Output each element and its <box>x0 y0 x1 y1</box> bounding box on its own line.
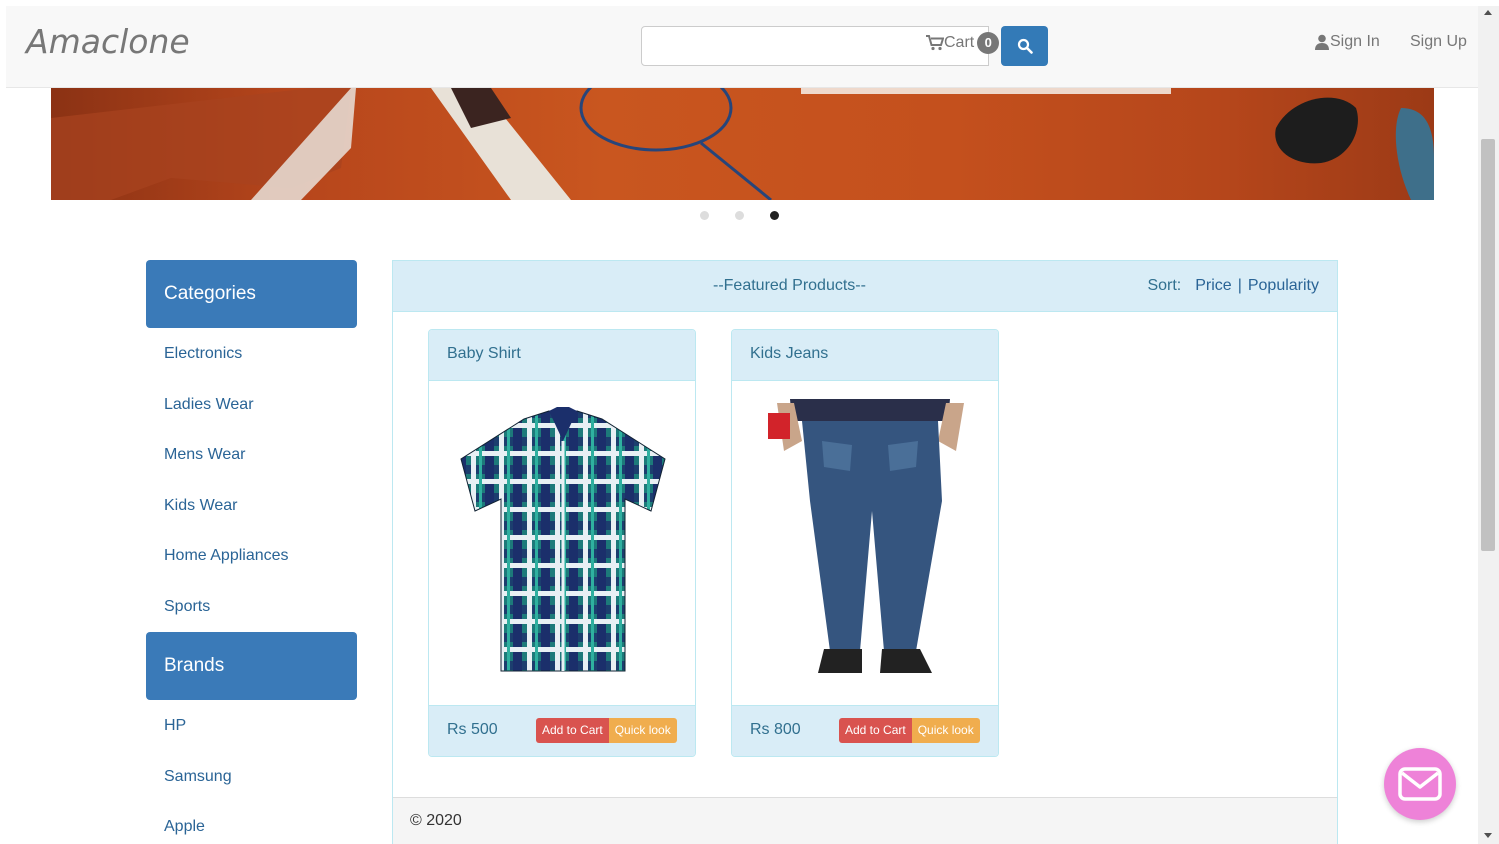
product-card-baby-shirt: Baby Shirt Rs 500 Add to Cart Quick look <box>428 329 696 757</box>
sidebar-item-electronics[interactable]: Electronics <box>164 345 242 363</box>
sidebar-item-hp[interactable]: HP <box>164 717 186 735</box>
panel-header: --Featured Products-- Sort: Price | Popu… <box>393 261 1337 312</box>
mail-icon <box>1398 767 1442 801</box>
featured-products-panel: --Featured Products-- Sort: Price | Popu… <box>392 260 1338 844</box>
add-to-cart-button[interactable]: Add to Cart <box>839 718 912 743</box>
sort-label: Sort: <box>1147 277 1182 294</box>
scroll-down-arrow-icon[interactable] <box>1484 833 1492 838</box>
scroll-thumb[interactable] <box>1481 139 1495 551</box>
page-scrollbar[interactable] <box>1478 6 1499 844</box>
product-title: Kids Jeans <box>732 330 998 381</box>
signin-link[interactable]: Sign In <box>1314 33 1380 51</box>
sidebar-item-home-appliances[interactable]: Home Appliances <box>164 547 289 565</box>
categories-header: Categories <box>146 260 357 328</box>
scroll-up-arrow-icon[interactable] <box>1484 10 1492 15</box>
quick-look-button[interactable]: Quick look <box>608 718 677 743</box>
user-icon <box>1315 34 1329 50</box>
search-icon <box>1017 38 1033 54</box>
signup-link[interactable]: Sign Up <box>1410 33 1467 51</box>
product-price: Rs 800 <box>750 721 801 738</box>
quick-look-button[interactable]: Quick look <box>911 718 980 743</box>
cart-label: Cart <box>944 34 975 51</box>
brands-header: Brands <box>146 632 357 700</box>
chat-widget-button[interactable] <box>1384 748 1456 820</box>
jeans-image <box>768 399 964 673</box>
sort-controls: Sort: Price | Popularity <box>1147 277 1319 295</box>
sort-price-link[interactable]: Price <box>1195 277 1231 295</box>
cart-link[interactable]: Cart 0 <box>926 32 1000 54</box>
product-price: Rs 500 <box>447 721 498 738</box>
shirt-image <box>460 407 666 672</box>
cart-count-badge: 0 <box>977 32 1000 54</box>
sidebar-item-samsung[interactable]: Samsung <box>164 768 232 786</box>
carousel-dot-1[interactable] <box>700 211 709 220</box>
cart-icon <box>926 35 944 51</box>
copyright-text: © 2020 <box>410 812 462 829</box>
carousel-banner[interactable] <box>51 88 1434 200</box>
product-card-kids-jeans: Kids Jeans Rs 800 Add to Cart Quick look <box>731 329 999 757</box>
product-image[interactable] <box>429 381 695 706</box>
carousel-dot-2[interactable] <box>735 211 744 220</box>
carousel-dot-3[interactable] <box>770 211 779 220</box>
add-to-cart-button[interactable]: Add to Cart <box>536 718 609 743</box>
sidebar-item-kids-wear[interactable]: Kids Wear <box>164 497 238 515</box>
sidebar-item-ladies-wear[interactable]: Ladies Wear <box>164 396 254 414</box>
product-footer: Rs 500 Add to Cart Quick look <box>429 705 695 756</box>
product-image[interactable] <box>732 381 998 706</box>
panel-title: --Featured Products-- <box>713 277 866 294</box>
sidebar-item-sports[interactable]: Sports <box>164 598 210 616</box>
search-button[interactable] <box>1001 26 1048 66</box>
banner-image <box>51 88 1434 200</box>
navbar: Amaclone Cart 0 Sign In Sign Up <box>6 6 1478 88</box>
product-title: Baby Shirt <box>429 330 695 381</box>
sort-separator: | <box>1237 277 1242 294</box>
sidebar-item-apple[interactable]: Apple <box>164 818 205 836</box>
sidebar-item-mens-wear[interactable]: Mens Wear <box>164 446 246 464</box>
panel-footer: © 2020 <box>393 797 1337 844</box>
carousel-indicators <box>700 211 779 220</box>
signin-label: Sign In <box>1330 33 1380 50</box>
product-footer: Rs 800 Add to Cart Quick look <box>732 705 998 756</box>
brand-logo[interactable]: Amaclone <box>26 22 190 61</box>
sort-popularity-link[interactable]: Popularity <box>1248 277 1319 295</box>
